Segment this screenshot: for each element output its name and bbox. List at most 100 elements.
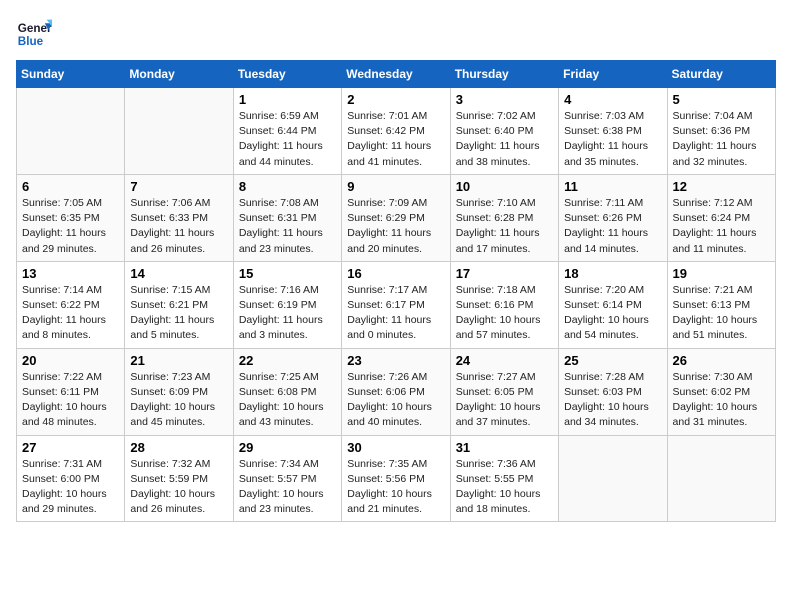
- calendar-cell: 15 Sunrise: 7:16 AMSunset: 6:19 PMDayligh…: [233, 261, 341, 348]
- day-number: 15: [239, 266, 336, 281]
- svg-text:Blue: Blue: [18, 35, 44, 48]
- calendar-cell: 19 Sunrise: 7:21 AMSunset: 6:13 PMDayligh…: [667, 261, 775, 348]
- calendar-cell: 31 Sunrise: 7:36 AMSunset: 5:55 PMDayligh…: [450, 435, 558, 522]
- day-number: 1: [239, 92, 336, 107]
- calendar-cell: 21 Sunrise: 7:23 AMSunset: 6:09 PMDayligh…: [125, 348, 233, 435]
- calendar-week-4: 20 Sunrise: 7:22 AMSunset: 6:11 PMDayligh…: [17, 348, 776, 435]
- day-number: 23: [347, 353, 444, 368]
- day-number: 19: [673, 266, 770, 281]
- calendar-week-1: 1 Sunrise: 6:59 AMSunset: 6:44 PMDaylight…: [17, 88, 776, 175]
- day-header-sunday: Sunday: [17, 61, 125, 88]
- day-info: Sunrise: 7:05 AMSunset: 6:35 PMDaylight:…: [22, 196, 119, 257]
- page-header: General Blue: [16, 16, 776, 52]
- calendar-cell: 2 Sunrise: 7:01 AMSunset: 6:42 PMDaylight…: [342, 88, 450, 175]
- day-info: Sunrise: 7:04 AMSunset: 6:36 PMDaylight:…: [673, 109, 770, 170]
- day-info: Sunrise: 7:15 AMSunset: 6:21 PMDaylight:…: [130, 283, 227, 344]
- day-info: Sunrise: 7:12 AMSunset: 6:24 PMDaylight:…: [673, 196, 770, 257]
- day-number: 11: [564, 179, 661, 194]
- calendar-week-3: 13Sunrise: 7:14 AMSunset: 6:22 PMDayligh…: [17, 261, 776, 348]
- day-info: Sunrise: 7:27 AMSunset: 6:05 PMDaylight:…: [456, 370, 553, 431]
- calendar-cell: 10Sunrise: 7:10 AMSunset: 6:28 PMDayligh…: [450, 174, 558, 261]
- day-info: Sunrise: 7:02 AMSunset: 6:40 PMDaylight:…: [456, 109, 553, 170]
- day-number: 16: [347, 266, 444, 281]
- day-info: Sunrise: 7:36 AMSunset: 5:55 PMDaylight:…: [456, 457, 553, 518]
- day-info: Sunrise: 7:22 AMSunset: 6:11 PMDaylight:…: [22, 370, 119, 431]
- day-number: 14: [130, 266, 227, 281]
- day-number: 27: [22, 440, 119, 455]
- day-number: 29: [239, 440, 336, 455]
- day-number: 30: [347, 440, 444, 455]
- calendar-cell: 3 Sunrise: 7:02 AMSunset: 6:40 PMDaylight…: [450, 88, 558, 175]
- calendar-cell: 28Sunrise: 7:32 AMSunset: 5:59 PMDayligh…: [125, 435, 233, 522]
- calendar-cell: [667, 435, 775, 522]
- day-header-tuesday: Tuesday: [233, 61, 341, 88]
- day-number: 3: [456, 92, 553, 107]
- logo-icon: General Blue: [16, 16, 52, 52]
- calendar-cell: 27Sunrise: 7:31 AMSunset: 6:00 PMDayligh…: [17, 435, 125, 522]
- calendar-cell: 9 Sunrise: 7:09 AMSunset: 6:29 PMDaylight…: [342, 174, 450, 261]
- day-header-friday: Friday: [559, 61, 667, 88]
- logo: General Blue: [16, 16, 52, 52]
- day-number: 10: [456, 179, 553, 194]
- day-number: 20: [22, 353, 119, 368]
- calendar-cell: 25 Sunrise: 7:28 AMSunset: 6:03 PMDayligh…: [559, 348, 667, 435]
- calendar-cell: 5Sunrise: 7:04 AMSunset: 6:36 PMDaylight…: [667, 88, 775, 175]
- day-info: Sunrise: 7:34 AMSunset: 5:57 PMDaylight:…: [239, 457, 336, 518]
- calendar-cell: 20 Sunrise: 7:22 AMSunset: 6:11 PMDayligh…: [17, 348, 125, 435]
- day-number: 17: [456, 266, 553, 281]
- day-number: 9: [347, 179, 444, 194]
- calendar-cell: 30 Sunrise: 7:35 AMSunset: 5:56 PMDayligh…: [342, 435, 450, 522]
- day-info: Sunrise: 7:09 AMSunset: 6:29 PMDaylight:…: [347, 196, 444, 257]
- day-number: 21: [130, 353, 227, 368]
- calendar-cell: [559, 435, 667, 522]
- calendar-cell: 6Sunrise: 7:05 AMSunset: 6:35 PMDaylight…: [17, 174, 125, 261]
- day-number: 18: [564, 266, 661, 281]
- day-info: Sunrise: 7:03 AMSunset: 6:38 PMDaylight:…: [564, 109, 661, 170]
- calendar-cell: [17, 88, 125, 175]
- day-number: 22: [239, 353, 336, 368]
- day-header-wednesday: Wednesday: [342, 61, 450, 88]
- day-number: 28: [130, 440, 227, 455]
- calendar-cell: 23 Sunrise: 7:26 AMSunset: 6:06 PMDayligh…: [342, 348, 450, 435]
- calendar-cell: 16 Sunrise: 7:17 AMSunset: 6:17 PMDayligh…: [342, 261, 450, 348]
- calendar-cell: 29 Sunrise: 7:34 AMSunset: 5:57 PMDayligh…: [233, 435, 341, 522]
- day-number: 26: [673, 353, 770, 368]
- day-info: Sunrise: 7:26 AMSunset: 6:06 PMDaylight:…: [347, 370, 444, 431]
- day-header-thursday: Thursday: [450, 61, 558, 88]
- day-number: 8: [239, 179, 336, 194]
- calendar-week-5: 27Sunrise: 7:31 AMSunset: 6:00 PMDayligh…: [17, 435, 776, 522]
- day-info: Sunrise: 7:20 AMSunset: 6:14 PMDaylight:…: [564, 283, 661, 344]
- day-info: Sunrise: 7:08 AMSunset: 6:31 PMDaylight:…: [239, 196, 336, 257]
- day-info: Sunrise: 7:30 AMSunset: 6:02 PMDaylight:…: [673, 370, 770, 431]
- day-number: 24: [456, 353, 553, 368]
- calendar-cell: 14 Sunrise: 7:15 AMSunset: 6:21 PMDayligh…: [125, 261, 233, 348]
- calendar-cell: 11 Sunrise: 7:11 AMSunset: 6:26 PMDayligh…: [559, 174, 667, 261]
- calendar-week-2: 6Sunrise: 7:05 AMSunset: 6:35 PMDaylight…: [17, 174, 776, 261]
- calendar-header-row: SundayMondayTuesdayWednesdayThursdayFrid…: [17, 61, 776, 88]
- calendar-cell: [125, 88, 233, 175]
- day-info: Sunrise: 7:25 AMSunset: 6:08 PMDaylight:…: [239, 370, 336, 431]
- day-number: 4: [564, 92, 661, 107]
- day-header-monday: Monday: [125, 61, 233, 88]
- day-info: Sunrise: 7:35 AMSunset: 5:56 PMDaylight:…: [347, 457, 444, 518]
- day-info: Sunrise: 7:16 AMSunset: 6:19 PMDaylight:…: [239, 283, 336, 344]
- day-info: Sunrise: 7:23 AMSunset: 6:09 PMDaylight:…: [130, 370, 227, 431]
- calendar-cell: 13Sunrise: 7:14 AMSunset: 6:22 PMDayligh…: [17, 261, 125, 348]
- day-info: Sunrise: 6:59 AMSunset: 6:44 PMDaylight:…: [239, 109, 336, 170]
- day-info: Sunrise: 7:01 AMSunset: 6:42 PMDaylight:…: [347, 109, 444, 170]
- calendar-table: SundayMondayTuesdayWednesdayThursdayFrid…: [16, 60, 776, 522]
- day-info: Sunrise: 7:11 AMSunset: 6:26 PMDaylight:…: [564, 196, 661, 257]
- day-number: 7: [130, 179, 227, 194]
- day-info: Sunrise: 7:06 AMSunset: 6:33 PMDaylight:…: [130, 196, 227, 257]
- calendar-cell: 12Sunrise: 7:12 AMSunset: 6:24 PMDayligh…: [667, 174, 775, 261]
- calendar-cell: 7 Sunrise: 7:06 AMSunset: 6:33 PMDaylight…: [125, 174, 233, 261]
- day-info: Sunrise: 7:17 AMSunset: 6:17 PMDaylight:…: [347, 283, 444, 344]
- day-info: Sunrise: 7:14 AMSunset: 6:22 PMDaylight:…: [22, 283, 119, 344]
- day-number: 25: [564, 353, 661, 368]
- day-number: 2: [347, 92, 444, 107]
- calendar-cell: 17Sunrise: 7:18 AMSunset: 6:16 PMDayligh…: [450, 261, 558, 348]
- day-info: Sunrise: 7:28 AMSunset: 6:03 PMDaylight:…: [564, 370, 661, 431]
- day-info: Sunrise: 7:21 AMSunset: 6:13 PMDaylight:…: [673, 283, 770, 344]
- calendar-cell: 18 Sunrise: 7:20 AMSunset: 6:14 PMDayligh…: [559, 261, 667, 348]
- day-number: 31: [456, 440, 553, 455]
